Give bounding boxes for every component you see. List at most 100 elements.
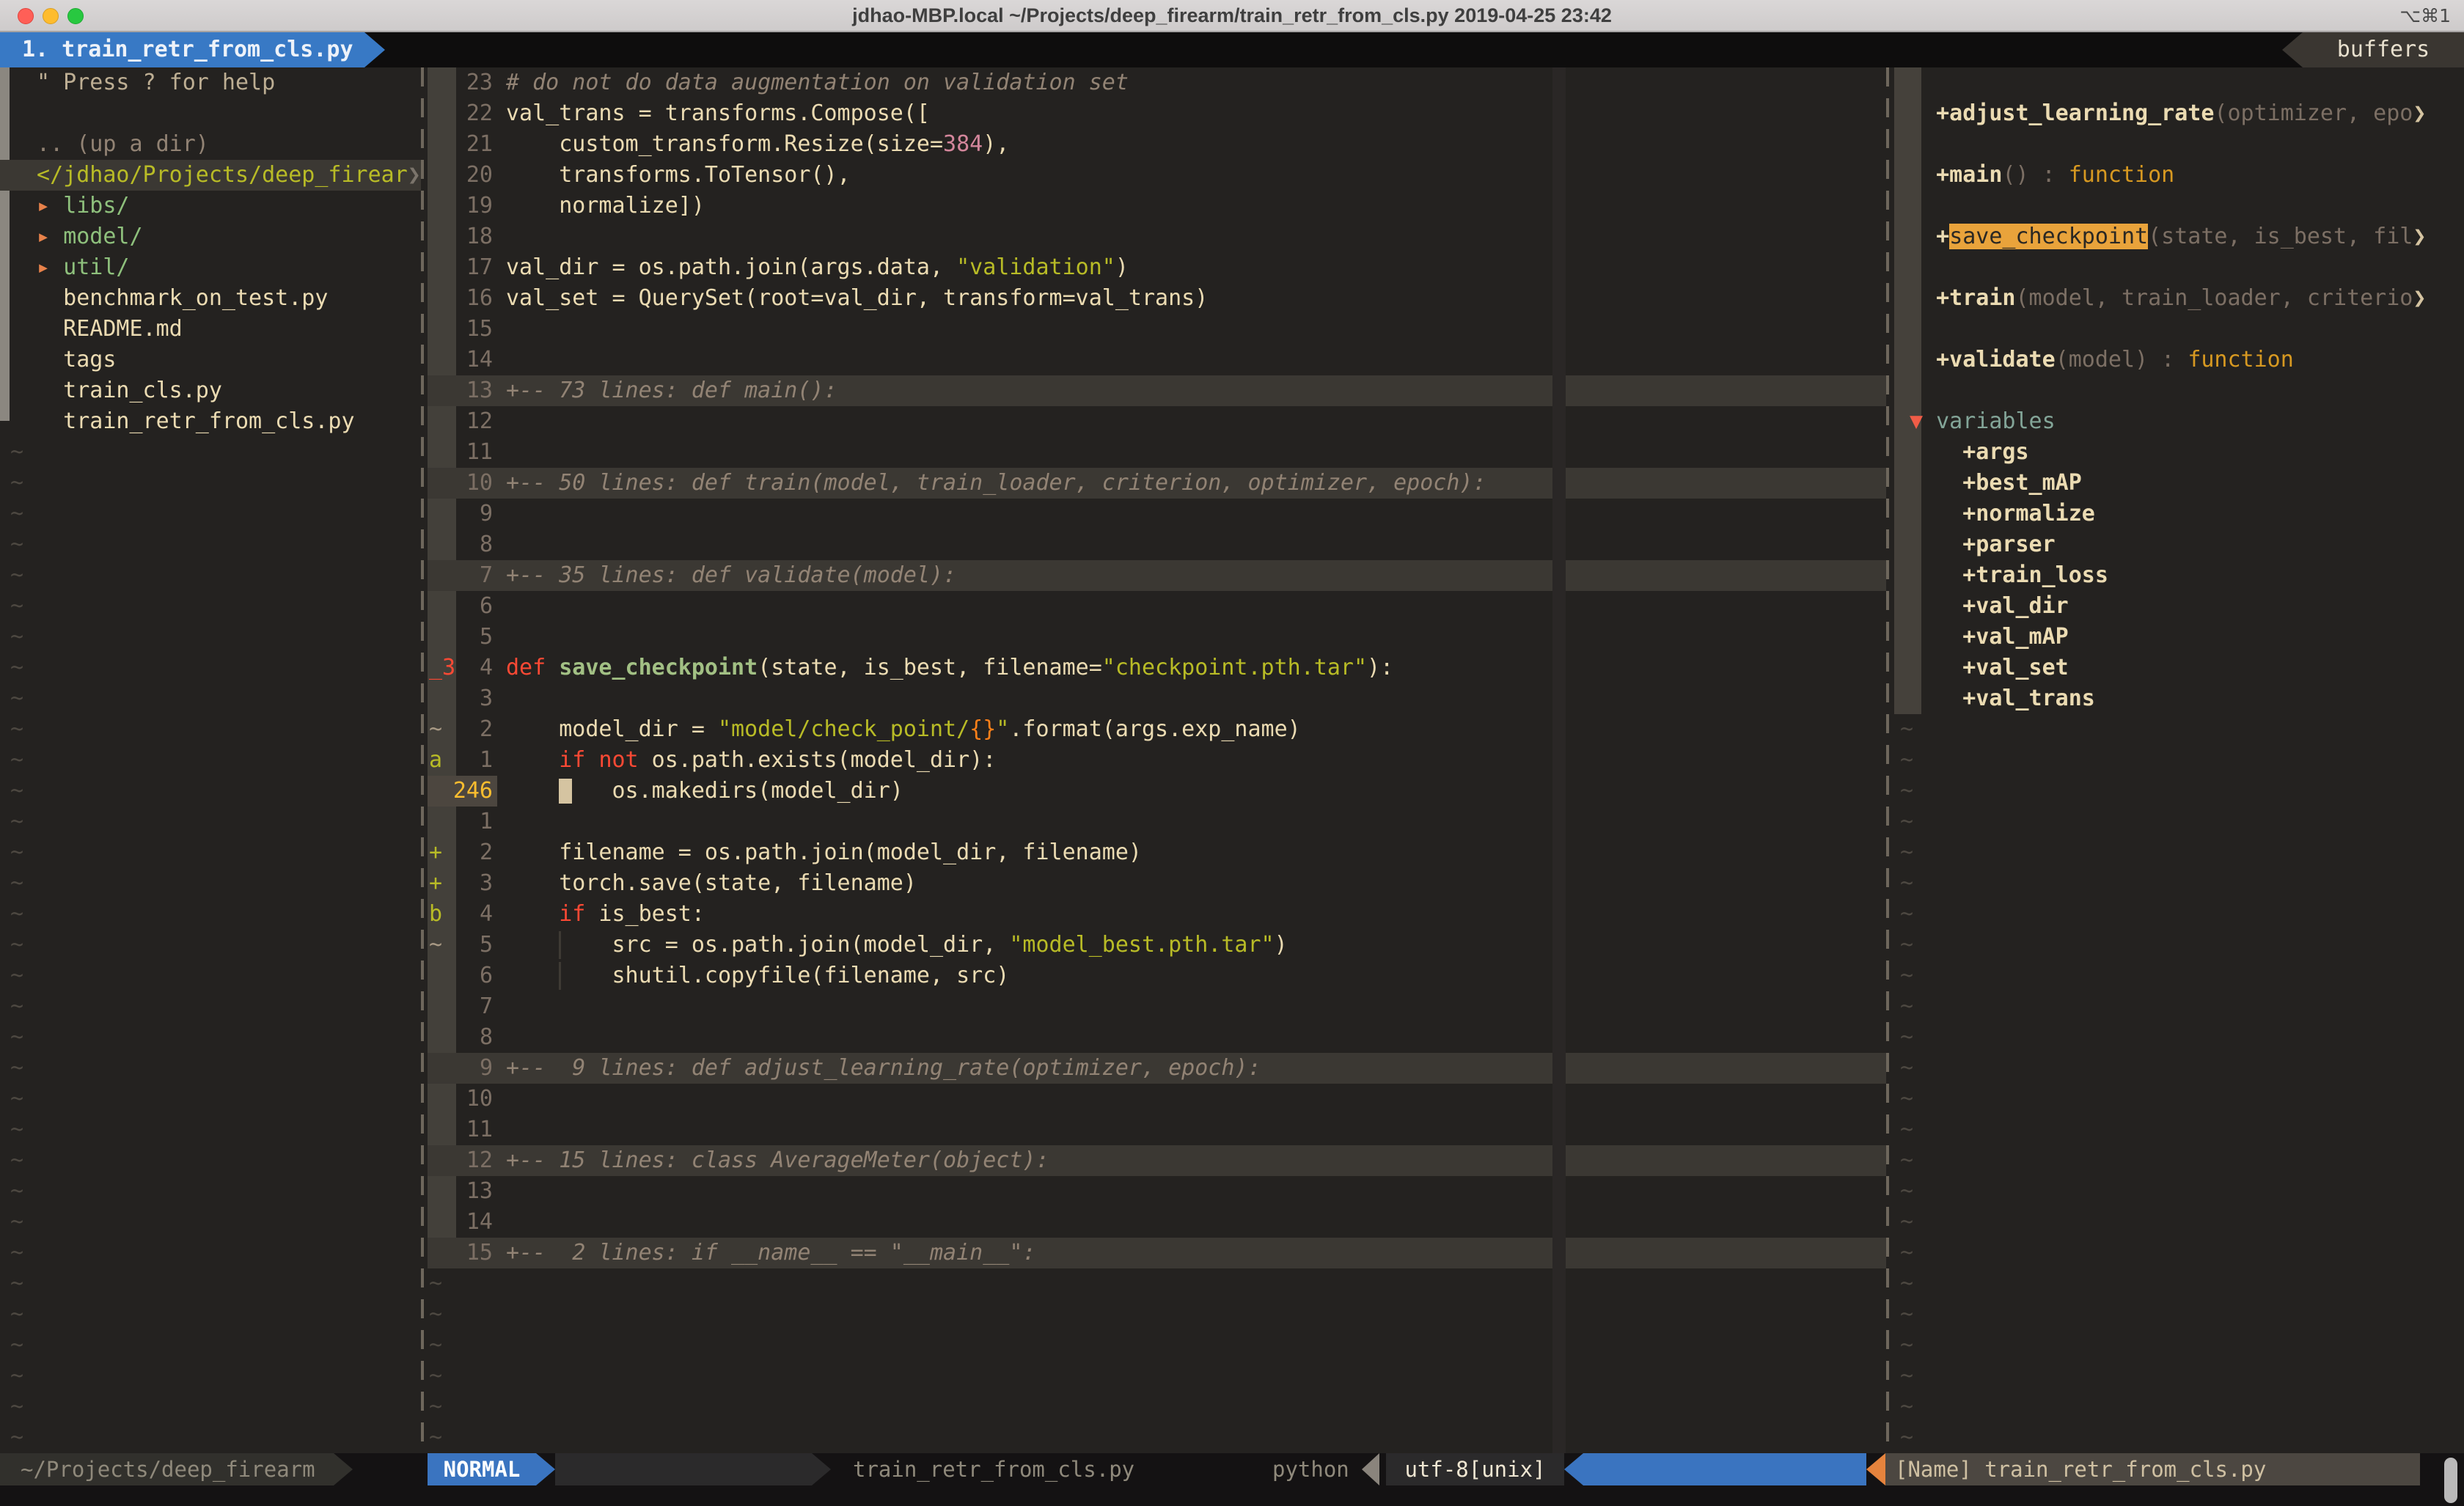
code-line[interactable]: 9: [428, 499, 1886, 529]
line-number: 11: [428, 1114, 493, 1145]
code-line[interactable]: 17val_dir = os.path.join(args.data, "val…: [428, 252, 1886, 283]
code-line[interactable]: 14: [428, 1207, 1886, 1238]
code-line[interactable]: 8: [428, 529, 1886, 560]
tag-item-train_loss[interactable]: +train_loss: [1894, 560, 2464, 591]
code-line[interactable]: 16val_set = QuerySet(root=val_dir, trans…: [428, 283, 1886, 314]
empty-line-tilde: ~: [428, 1330, 1888, 1361]
code-fold-line[interactable]: 10+-- 50 lines: def train(model, train_l…: [428, 468, 1886, 499]
empty-line-tilde: ~: [0, 529, 421, 560]
code-line[interactable]: 21 custom_transform.Resize(size=384),: [428, 129, 1886, 160]
code-fold-line[interactable]: 7+-- 35 lines: def validate(model):: [428, 560, 1886, 591]
text-segment: ▸: [23, 254, 63, 280]
empty-line-tilde: ~: [0, 837, 421, 868]
code-line[interactable]: 6 shutil.copyfile(filename, src): [428, 960, 1886, 991]
tag-item-val_mAP[interactable]: +val_mAP: [1894, 622, 2464, 653]
buffer-tab[interactable]: 1. train_retr_from_cls.py: [0, 32, 364, 67]
nerdtree-item-libs[interactable]: ▸ libs/: [0, 191, 421, 221]
terminal-window: jdhao-MBP.local ~/Projects/deep_firearm/…: [0, 0, 2464, 1506]
code-line[interactable]: 5: [428, 622, 1886, 653]
nerdtree-item-tags[interactable]: tags: [0, 345, 421, 375]
tag-item-val_dir[interactable]: +val_dir: [1894, 591, 2464, 622]
tag-item-adjust_learning_rate[interactable]: +adjust_learning_rate(optimizer, epo❯: [1894, 98, 2464, 129]
code-line[interactable]: 12: [428, 406, 1886, 437]
line-number: 14: [428, 345, 493, 375]
statusline-tagbar: [Name] train_retr_from_cls.py: [1885, 1453, 2420, 1485]
code-line[interactable]: 7: [428, 991, 1886, 1022]
tag-item-validate[interactable]: +validate(model) : function: [1894, 345, 2464, 375]
code-line[interactable]: 3: [428, 683, 1886, 714]
empty-line-tilde: ~: [0, 1392, 421, 1422]
text-segment: val_dir = os.path.join(args.data,: [506, 254, 956, 280]
code-line[interactable]: 11: [428, 1114, 1886, 1145]
text-segment: (state, is_best, filename=: [758, 655, 1102, 680]
tag-item-normalize[interactable]: +normalize: [1894, 499, 2464, 529]
code-line[interactable]: 11: [428, 437, 1886, 468]
code-line[interactable]: +3 torch.save(state, filename): [428, 868, 1886, 899]
nerdtree-window: " Press ? for help .. (up a dir) </jdhao…: [0, 67, 421, 1453]
window-title: jdhao-MBP.local ~/Projects/deep_firearm/…: [0, 4, 2464, 27]
tag-item-main[interactable]: +main() : function: [1894, 160, 2464, 191]
tag-section-variables[interactable]: ▼ variables: [1894, 406, 2464, 437]
empty-line-tilde: ~: [1894, 776, 2464, 807]
empty-line-tilde: ~: [0, 1053, 421, 1084]
empty-line-tilde: ~: [0, 1330, 421, 1361]
empty-line-tilde: ~: [0, 1022, 421, 1053]
code-line[interactable]: a1 if not os.path.exists(model_dir):: [428, 745, 1886, 776]
text-segment: {}: [969, 716, 996, 742]
code-line[interactable]: 18: [428, 221, 1886, 252]
nerdtree-item-train_cls.py[interactable]: train_cls.py: [0, 375, 421, 406]
empty-line-tilde: ~: [0, 991, 421, 1022]
nerdtree-root[interactable]: </jdhao/Projects/deep_firear❯: [0, 160, 421, 191]
nerdtree-item-train_retr_from_cls.py[interactable]: train_retr_from_cls.py: [0, 406, 421, 437]
code-line[interactable]: ~2 model_dir = "model/check_point/{}".fo…: [428, 714, 1886, 745]
tag-item-parser[interactable]: +parser: [1894, 529, 2464, 560]
text-segment: ),: [983, 131, 1009, 157]
code-line[interactable]: 10: [428, 1084, 1886, 1114]
empty-line-tilde: ~: [0, 499, 421, 529]
code-line[interactable]: +2 filename = os.path.join(model_dir, fi…: [428, 837, 1886, 868]
code-line[interactable]: 23# do not do data augmentation on valid…: [428, 67, 1886, 98]
code-line[interactable]: 14: [428, 345, 1886, 375]
text-segment: filename = os.path.join(model_dir, filen…: [506, 840, 1142, 865]
code-line[interactable]: 20 transforms.ToTensor(),: [428, 160, 1886, 191]
text-segment: ❯: [2413, 285, 2426, 311]
line-number: 9: [428, 1053, 493, 1084]
code-line[interactable]: 19 normalize]): [428, 191, 1886, 221]
nerdtree-item-model[interactable]: ▸ model/: [0, 221, 421, 252]
code-fold-line[interactable]: 9+-- 9 lines: def adjust_learning_rate(o…: [428, 1053, 1886, 1084]
tag-item-save_checkpoint[interactable]: +save_checkpoint(state, is_best, fil❯: [1894, 221, 2464, 252]
empty-line-tilde: ~: [0, 960, 421, 991]
code-line[interactable]: 1: [428, 807, 1886, 837]
scrollbar-thumb[interactable]: [2444, 1458, 2457, 1503]
code-line[interactable]: 22val_trans = transforms.Compose([: [428, 98, 1886, 129]
code-line[interactable]: 13: [428, 1176, 1886, 1207]
code-fold-line[interactable]: 12+-- 15 lines: class AverageMeter(objec…: [428, 1145, 1886, 1176]
tag-item-val_set[interactable]: +val_set: [1894, 653, 2464, 683]
nerdtree-item-util[interactable]: ▸ util/: [0, 252, 421, 283]
tab-arrow-separator: [364, 32, 385, 67]
code-text: val_set = QuerySet(root=val_dir, transfo…: [506, 283, 1208, 314]
line-number: 8: [428, 529, 493, 560]
nerdtree-item-README.md[interactable]: README.md: [0, 314, 421, 345]
nerdtree-item-benchmark_on_test.py[interactable]: benchmark_on_test.py: [0, 283, 421, 314]
tag-item-train[interactable]: +train(model, train_loader, criterio❯: [1894, 283, 2464, 314]
code-line[interactable]: _34def save_checkpoint(state, is_best, f…: [428, 653, 1886, 683]
tag-item-best_mAP[interactable]: +best_mAP: [1894, 468, 2464, 499]
text-segment: [1910, 224, 1936, 249]
empty-line-tilde: ~: [0, 899, 421, 930]
window-separator[interactable]: [1886, 67, 1889, 1453]
code-line[interactable]: b4 if is_best:: [428, 899, 1886, 930]
code-line[interactable]: 8: [428, 1022, 1886, 1053]
window-separator[interactable]: [421, 67, 424, 1453]
code-fold-line[interactable]: 15+-- 2 lines: if __name__ == "__main__"…: [428, 1238, 1886, 1268]
code-line[interactable]: 15: [428, 314, 1886, 345]
code-line[interactable]: 6: [428, 591, 1886, 622]
empty-line-tilde: ~: [0, 1084, 421, 1114]
nerdtree-help[interactable]: " Press ? for help: [0, 67, 421, 98]
nerdtree-updir[interactable]: .. (up a dir): [0, 129, 421, 160]
code-fold-line[interactable]: 13+-- 73 lines: def main():: [428, 375, 1886, 406]
tag-item-args[interactable]: +args: [1894, 437, 2464, 468]
code-line[interactable]: 246 os.makedirs(model_dir): [428, 776, 1886, 807]
code-line[interactable]: ~5 src = os.path.join(model_dir, "model_…: [428, 930, 1886, 960]
tag-item-val_trans[interactable]: +val_trans: [1894, 683, 2464, 714]
